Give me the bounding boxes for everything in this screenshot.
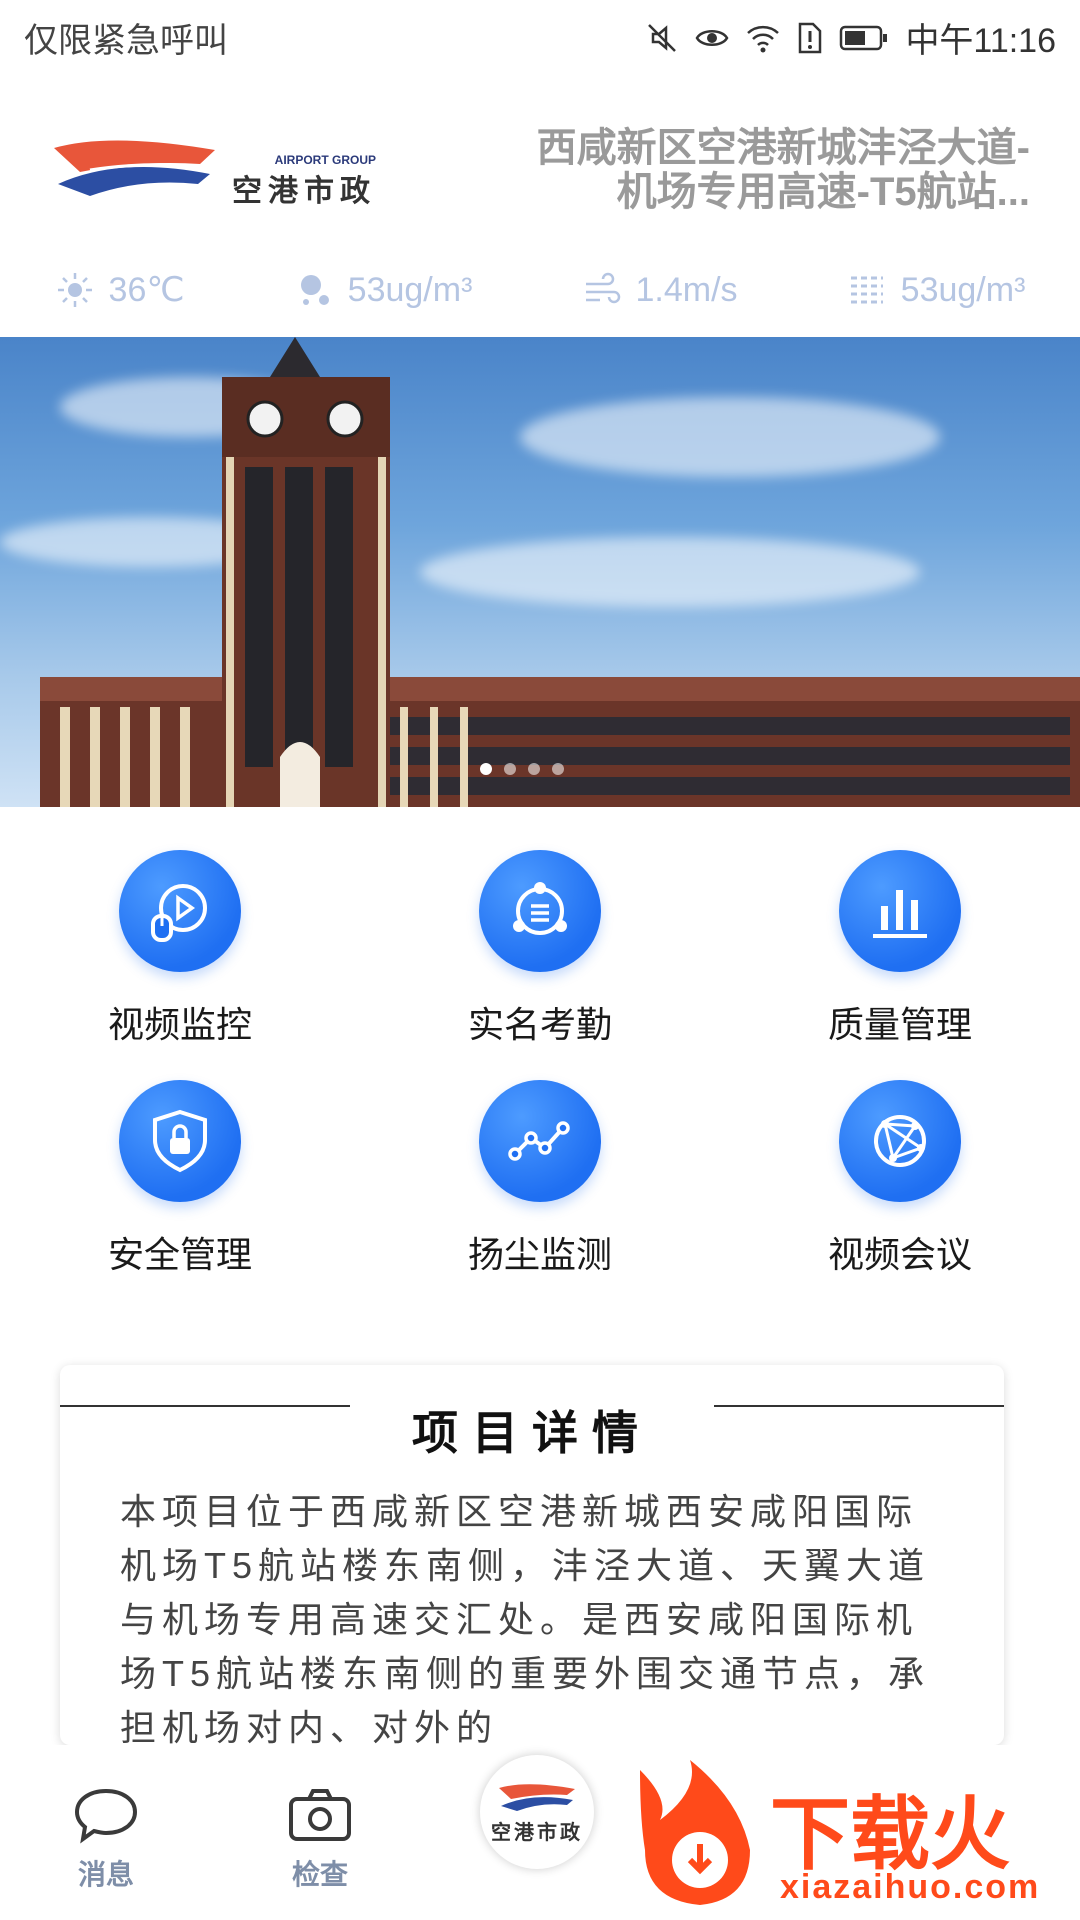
- project-details-card: 项目详情 本项目位于西咸新区空港新城西安咸阳国际机场T5航站楼东南侧，沣泾大道、…: [60, 1365, 1004, 1745]
- watermark-url: xiazaihuo.com: [780, 1868, 1041, 1906]
- airport-logo-icon: [54, 140, 215, 196]
- weather-wind: 1.4m/s: [582, 270, 738, 310]
- logo-chinese: 空港市政: [232, 175, 376, 208]
- function-menu: 视频监控 实名考勤 质量管理 安全管理 扬尘监测 视频会议: [0, 850, 1080, 1310]
- banner-carousel[interactable]: [0, 337, 1080, 807]
- banner-dot[interactable]: [504, 763, 516, 775]
- project-description: 本项目位于西咸新区空港新城西安咸阳国际机场T5航站楼东南侧，沣泾大道、天翼大道与…: [120, 1491, 931, 1745]
- wifi-icon: [745, 21, 781, 55]
- temperature-value: 36℃: [108, 271, 185, 309]
- menu-safety[interactable]: 安全管理: [0, 1080, 360, 1310]
- wind-icon: [585, 272, 620, 304]
- banner-pagination: [480, 763, 564, 775]
- weather-temperature: 36℃: [55, 270, 185, 310]
- menu-quality[interactable]: 质量管理: [720, 850, 1080, 1080]
- menu-label: 实名考勤: [467, 1004, 612, 1045]
- shield-lock-icon: [119, 1080, 241, 1202]
- menu-label: 安全管理: [107, 1234, 252, 1275]
- dust-icon: [850, 276, 883, 304]
- flame-logo-icon: [640, 1760, 750, 1905]
- status-time: 中午11:16: [905, 22, 1056, 60]
- nav-messages[interactable]: 消息: [36, 1785, 176, 1893]
- logo-english: AIRPORT GROUP: [274, 153, 376, 167]
- banner-dot[interactable]: [528, 763, 540, 775]
- network-icon: [839, 1080, 961, 1202]
- menu-dust-monitor[interactable]: 扬尘监测: [360, 1080, 720, 1310]
- project-title: 项目详情: [402, 1397, 662, 1463]
- nav-inspection[interactable]: 检查: [250, 1785, 390, 1893]
- pm-value: 53ug/m³: [347, 270, 473, 309]
- nav-logo-label: 空港市政: [491, 1821, 583, 1844]
- banner-dot[interactable]: [480, 763, 492, 775]
- weather-pm: 53ug/m³: [294, 270, 473, 310]
- status-bar: 仅限紧急呼叫 中午11:16: [0, 0, 1080, 75]
- watermark: 下载火 xiazaihuo.com: [630, 1760, 1070, 1920]
- menu-attendance[interactable]: 实名考勤: [360, 850, 720, 1080]
- nav-home-logo[interactable]: 空港市政: [480, 1755, 594, 1869]
- nav-label: 消息: [77, 1859, 134, 1890]
- project-address[interactable]: 西咸新区空港新城沣泾大道-机场专用高速-T5航站...: [530, 126, 1030, 214]
- banner-image: [40, 337, 1080, 807]
- menu-video-meeting[interactable]: 视频会议: [720, 1080, 1080, 1310]
- dust-value: 53ug/m³: [900, 270, 1026, 309]
- header: AIRPORT GROUP 空港市政 西咸新区空港新城沣泾大道-机场专用高速-T…: [0, 100, 1080, 240]
- nav-label: 检查: [291, 1859, 348, 1890]
- mute-icon: [645, 21, 679, 55]
- video-monitor-icon: [119, 850, 241, 972]
- camera-icon: [289, 1789, 351, 1841]
- bar-chart-icon: [839, 850, 961, 972]
- eye-icon: [695, 21, 729, 55]
- sim-alert-icon: [797, 21, 823, 55]
- menu-label: 质量管理: [827, 1004, 972, 1045]
- airport-logo-icon: [499, 1783, 575, 1811]
- attendance-icon: [479, 850, 601, 972]
- pm-icon: [300, 275, 329, 305]
- banner-dot[interactable]: [552, 763, 564, 775]
- chat-bubble-icon: [74, 1788, 138, 1844]
- sun-icon: [57, 273, 92, 307]
- menu-video-monitor[interactable]: 视频监控: [0, 850, 360, 1080]
- weather-dust: 53ug/m³: [847, 270, 1026, 310]
- menu-label: 扬尘监测: [467, 1234, 612, 1275]
- status-text: 仅限紧急呼叫: [24, 22, 228, 60]
- menu-label: 视频会议: [827, 1234, 972, 1275]
- weather-row: 36℃ 53ug/m³ 1.4m/s 53ug/m³: [0, 260, 1080, 320]
- project-title-row: 项目详情: [60, 1390, 1004, 1470]
- line-trend-icon: [479, 1080, 601, 1202]
- status-icons: 中午11:16: [645, 13, 1056, 62]
- menu-label: 视频监控: [107, 1004, 252, 1045]
- app-logo: AIRPORT GROUP 空港市政: [50, 130, 376, 210]
- battery-icon: [839, 23, 889, 53]
- wind-value: 1.4m/s: [635, 270, 738, 309]
